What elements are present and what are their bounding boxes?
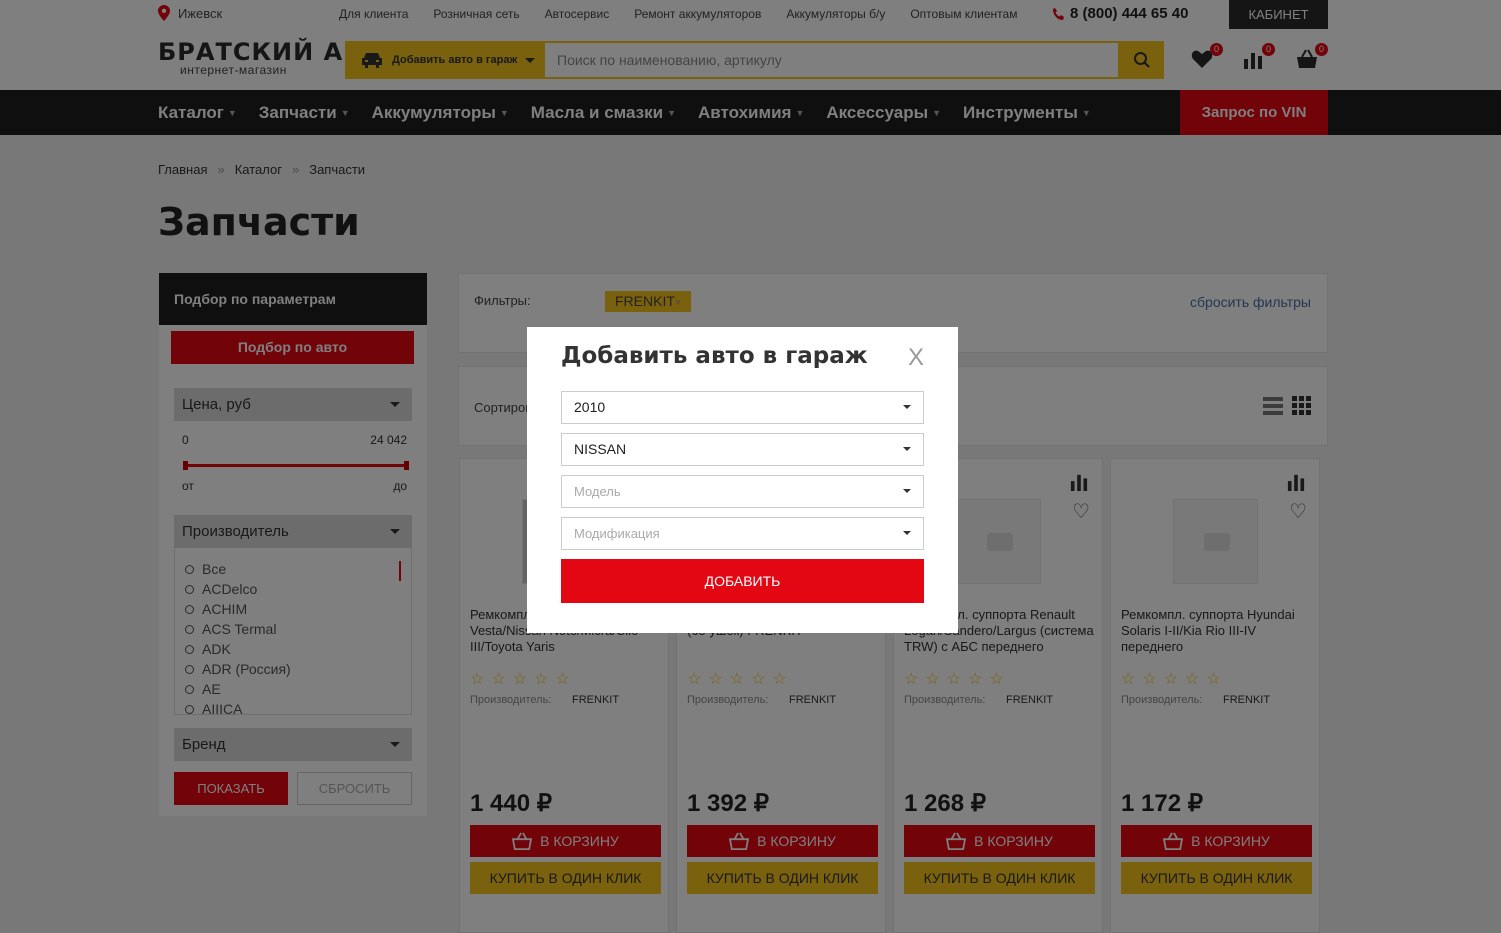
modal-title: Добавить авто в гараж — [561, 343, 868, 369]
model-select-placeholder: Модель — [574, 484, 621, 499]
modification-select[interactable]: Модификация — [561, 517, 924, 550]
year-select-value: 2010 — [574, 399, 606, 415]
chevron-down-icon — [903, 447, 911, 451]
brand-select-value: NISSAN — [574, 441, 627, 457]
add-car-modal: Добавить авто в гараж X 2010 NISSAN Моде… — [527, 327, 958, 633]
brand-select[interactable]: NISSAN — [561, 433, 924, 466]
chevron-down-icon — [903, 489, 911, 493]
model-select[interactable]: Модель — [561, 475, 924, 508]
modification-select-placeholder: Модификация — [574, 526, 660, 541]
add-button[interactable]: ДОБАВИТЬ — [561, 559, 924, 603]
close-button[interactable]: X — [908, 344, 924, 372]
year-select[interactable]: 2010 — [561, 391, 924, 424]
page: Ижевск Для клиента Розничная сеть Автосе… — [0, 0, 1501, 933]
chevron-down-icon — [903, 405, 911, 409]
chevron-down-icon — [903, 531, 911, 535]
